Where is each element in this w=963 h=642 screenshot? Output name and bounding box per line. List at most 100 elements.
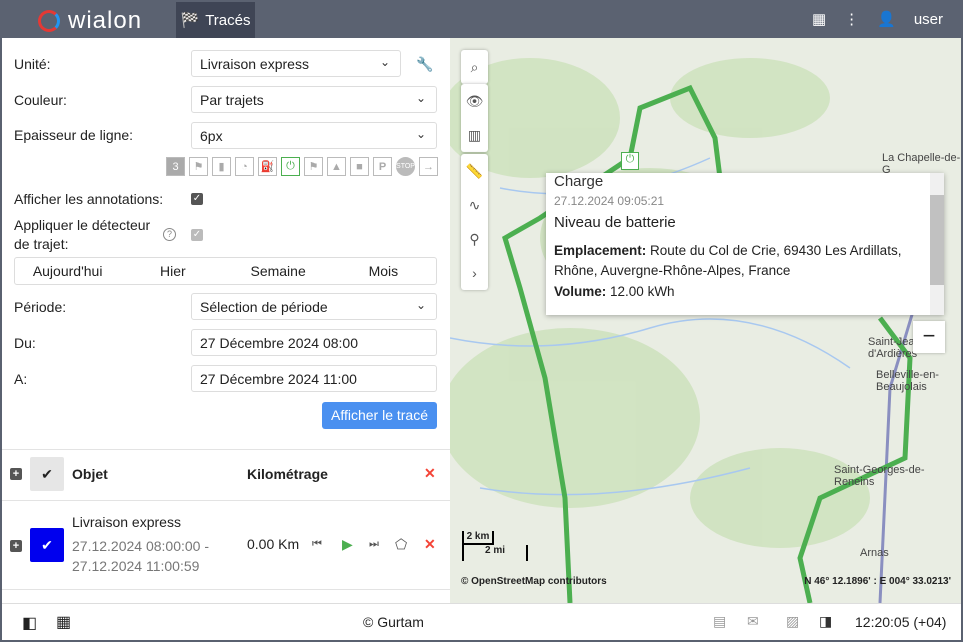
top-bar: wialon 🏁 Tracés ▦ ⋮ 👤 user	[0, 0, 963, 38]
volume-label: Volume:	[554, 284, 607, 299]
detector-checkbox[interactable]: ✓	[191, 229, 203, 241]
polygon-icon[interactable]: ⬠	[395, 536, 407, 553]
popup-time: 27.12.2024 09:05:21	[554, 194, 665, 208]
place-label: Arnas	[860, 547, 889, 559]
track-from: 27.12.2024 08:00:00 -	[72, 538, 210, 554]
notifications-icon[interactable]: ▤	[713, 613, 726, 630]
period-month[interactable]: Mois	[331, 258, 436, 284]
width-label: Epaisseur de ligne:	[14, 127, 134, 143]
period-label: Période:	[14, 299, 67, 315]
delete-icon[interactable]: ✕	[424, 536, 436, 553]
to-input[interactable]: 27 Décembre 2024 11:00	[191, 365, 437, 392]
track-to: 27.12.2024 11:00:59	[72, 558, 200, 574]
eye-icon[interactable]: 👁	[461, 84, 488, 118]
skip-forward-icon[interactable]: ⏭	[369, 538, 379, 551]
map[interactable]: ⏻ ⌕ 👁 ▥ 📏 ∿ ⚲ › La Chapelle-de-G Saint-Jean-…	[450, 38, 961, 603]
stop-icon[interactable]: STOP	[396, 157, 415, 176]
scale-bar: 2 km 2 mi	[462, 531, 528, 561]
color-select[interactable]: Par trajets ⌄	[191, 86, 437, 113]
flags-icon[interactable]: ⚑	[189, 157, 208, 176]
chevron-down-icon: ⌄	[415, 298, 426, 312]
gallery-icon[interactable]: ▨	[786, 613, 799, 630]
chevron-down-icon: ⌄	[415, 127, 426, 141]
user-name[interactable]: user	[914, 11, 943, 28]
select-all-checkbox[interactable]: ✔	[30, 457, 64, 491]
place-label: Belleville-en-Beaujolais	[876, 369, 939, 393]
period-select[interactable]: Sélection de période ⌄	[191, 293, 437, 320]
from-input[interactable]: 27 Décembre 2024 08:00	[191, 329, 437, 356]
layout-icon[interactable]: ◨	[819, 613, 832, 630]
cursor-coordinates: N 46° 12.1896' : E 004° 33.0213'	[804, 576, 951, 587]
charge-marker-icon[interactable]: ⏻	[621, 152, 639, 170]
clock: 12:20:05 (+04)	[855, 614, 947, 630]
flag-icon: 🏁	[180, 12, 200, 29]
expand-all-icon[interactable]: +	[10, 468, 22, 480]
logo: wialon	[38, 7, 142, 35]
show-track-button[interactable]: Afficher le tracé	[322, 402, 437, 429]
wrench-icon[interactable]: 🔧	[416, 56, 433, 73]
event-popup: Charge 27.12.2024 09:05:21 Niveau de bat…	[546, 173, 944, 315]
skip-back-icon[interactable]: ⏮	[312, 538, 322, 551]
plug-icon[interactable]: ⏻	[281, 157, 300, 176]
chevron-right-icon[interactable]: ›	[461, 256, 488, 290]
track-name: Livraison express	[72, 514, 181, 530]
unit-label: Unité:	[14, 56, 51, 72]
track-mileage: 0.00 Km	[247, 536, 300, 552]
color-label: Couleur:	[14, 92, 67, 108]
map-toolbar-view: 👁 ▥	[461, 84, 488, 152]
period-today[interactable]: Aujourd'hui	[15, 258, 120, 284]
video-icon[interactable]: ■	[350, 157, 369, 176]
period-tabs: Aujourd'hui Hier Semaine Mois	[14, 257, 437, 285]
volume-value: 12.00 kWh	[610, 284, 675, 299]
user-icon[interactable]: 👤	[877, 10, 896, 28]
fuel-can-icon[interactable]: ▮	[212, 157, 231, 176]
annotations-label: Afficher les annotations:	[14, 191, 164, 207]
tab-tracks[interactable]: 🏁 Tracés	[176, 2, 255, 38]
unit-select[interactable]: Livraison express ⌄	[191, 50, 401, 77]
tracks-panel: Unité: Livraison express ⌄ 🔧 Couleur: Par…	[2, 38, 450, 603]
more-icon[interactable]: ⋮	[844, 10, 859, 28]
period-yesterday[interactable]: Hier	[120, 258, 225, 284]
detector-label-2: de trajet:	[14, 236, 69, 252]
ruler-icon[interactable]: 📏	[461, 154, 488, 188]
width-select[interactable]: 6px ⌄	[191, 122, 437, 149]
image-icon[interactable]: ▲	[327, 157, 346, 176]
counter-icon[interactable]: 3	[166, 157, 185, 176]
map-toolbar-tools: 📏 ∿ ⚲ ›	[461, 154, 488, 290]
track-checkbox[interactable]: ✔	[30, 528, 64, 562]
arrow-right-icon[interactable]: →	[419, 157, 438, 176]
column-mileage: Kilométrage	[247, 466, 328, 482]
pins-icon[interactable]: ⚲	[461, 222, 488, 256]
annotations-checkbox[interactable]: ✓	[191, 193, 203, 205]
place-label: Saint-Georges-de-Reneins	[834, 464, 925, 488]
delete-all-icon[interactable]: ✕	[424, 465, 436, 482]
map-attribution[interactable]: © OpenStreetMap contributors	[461, 576, 607, 587]
expand-icon[interactable]: +	[10, 540, 22, 552]
period-week[interactable]: Semaine	[226, 258, 331, 284]
fuel-station-icon[interactable]: ⛽	[258, 157, 277, 176]
parking-icon[interactable]: P	[373, 157, 392, 176]
panel-toggle-icon[interactable]: ◧	[22, 613, 37, 633]
copyright: © Gurtam	[363, 614, 424, 630]
to-label: A:	[14, 371, 28, 387]
flag-icon[interactable]: ⚑	[304, 157, 323, 176]
route-icon[interactable]: ∿	[461, 188, 488, 222]
detector-label: Appliquer le détecteur	[14, 217, 151, 233]
play-icon[interactable]: ▶	[342, 536, 353, 553]
search-icon[interactable]: ⌕	[461, 50, 488, 84]
popup-title: Charge	[554, 173, 604, 190]
map-canvas	[450, 38, 961, 603]
apps-grid-icon[interactable]: ▦	[56, 612, 71, 632]
apps-grid-icon[interactable]: ▦	[812, 10, 826, 28]
chevron-down-icon: ⌄	[379, 55, 390, 69]
gauge-icon[interactable]: ◔	[235, 157, 254, 176]
zoom-out-button[interactable]: −	[913, 321, 945, 353]
messages-icon[interactable]: ✉	[747, 613, 759, 630]
column-object: Objet	[72, 466, 108, 482]
popup-subtitle: Niveau de batterie	[554, 214, 676, 231]
status-bar: ◧ ▦ © Gurtam ▤ ✉ ▨ ◨ 12:20:05 (+04)	[2, 603, 961, 640]
help-icon[interactable]: ?	[163, 228, 176, 241]
map-layers-icon[interactable]: ▥	[461, 118, 488, 152]
popup-scrollbar[interactable]	[930, 173, 944, 315]
chevron-down-icon: ⌄	[415, 91, 426, 105]
